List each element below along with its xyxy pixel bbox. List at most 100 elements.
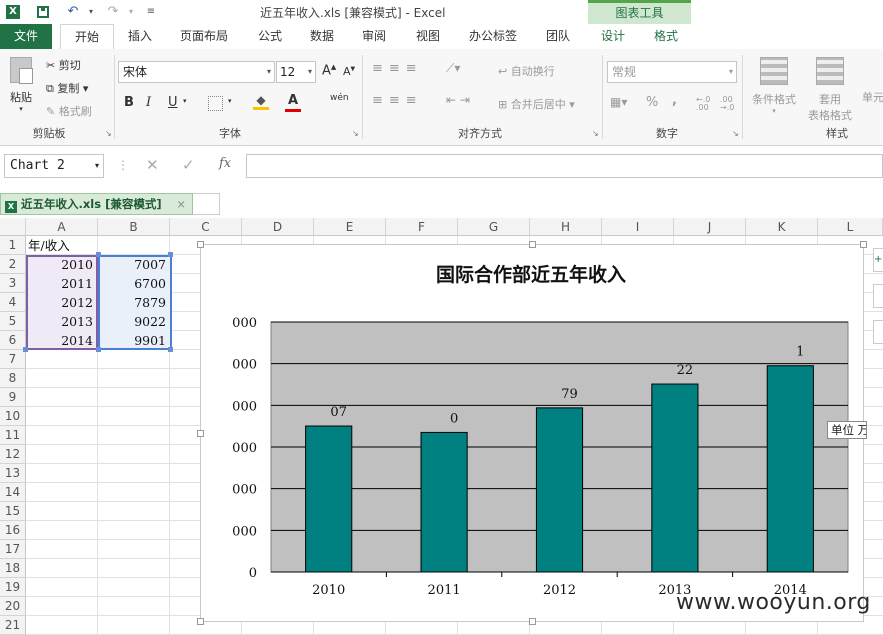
bar[interactable] bbox=[651, 383, 699, 573]
unit-label-box[interactable]: 单位 万 bbox=[827, 421, 867, 439]
accounting-format-icon[interactable]: ▦▾ bbox=[610, 95, 627, 109]
conditional-formatting-button[interactable]: 条件格式 ▾ bbox=[748, 57, 800, 115]
enter-icon[interactable]: ✓ bbox=[182, 156, 195, 174]
data-label[interactable]: 0 bbox=[450, 411, 458, 426]
new-tab-button[interactable] bbox=[193, 193, 220, 215]
number-launcher-icon[interactable]: ↘ bbox=[732, 129, 739, 138]
row-header[interactable]: 4 bbox=[0, 293, 26, 312]
undo-icon[interactable]: ↶ bbox=[64, 3, 82, 21]
cancel-icon[interactable]: ✕ bbox=[146, 156, 159, 174]
cell-income[interactable]: 7007 bbox=[98, 255, 170, 274]
range-handle[interactable] bbox=[168, 252, 173, 257]
chart-title[interactable]: 国际合作部近五年收入 bbox=[436, 263, 626, 286]
paste-button[interactable]: 粘贴 ▾ bbox=[6, 57, 36, 117]
name-box[interactable]: Chart 2 ▾ bbox=[4, 154, 104, 178]
close-tab-icon[interactable]: × bbox=[176, 194, 186, 214]
italic-button[interactable]: I bbox=[146, 95, 151, 110]
row-header[interactable]: 14 bbox=[0, 483, 26, 502]
horizontal-align-icons[interactable]: ≡≡≡ bbox=[372, 93, 423, 108]
chart-elements-button[interactable]: + bbox=[873, 248, 883, 272]
workbook-tab[interactable]: X 近五年收入.xls [兼容模式] × bbox=[0, 193, 193, 215]
font-size-select[interactable]: 12 ▾ bbox=[276, 61, 316, 83]
fill-color-button[interactable]: ◆ bbox=[253, 93, 269, 113]
resize-handle[interactable] bbox=[860, 241, 867, 248]
row-header[interactable]: 21 bbox=[0, 616, 26, 635]
range-handle[interactable] bbox=[23, 347, 28, 352]
column-header-a[interactable]: A bbox=[26, 218, 98, 236]
column-header-g[interactable]: G bbox=[458, 218, 530, 236]
column-header-k[interactable]: K bbox=[746, 218, 818, 236]
row-header[interactable]: 17 bbox=[0, 540, 26, 559]
row-header[interactable]: 13 bbox=[0, 464, 26, 483]
undo-dropdown-icon[interactable]: ▾ bbox=[82, 3, 100, 21]
tab-data[interactable]: 数据 bbox=[302, 24, 342, 49]
range-handle[interactable] bbox=[96, 347, 101, 352]
row-header[interactable]: 9 bbox=[0, 388, 26, 407]
range-handle[interactable] bbox=[96, 252, 101, 257]
resize-handle[interactable] bbox=[529, 241, 536, 248]
column-header-l[interactable]: L bbox=[818, 218, 883, 236]
cut-button[interactable]: ✂ 剪切 bbox=[46, 57, 81, 73]
font-color-button[interactable]: A bbox=[285, 93, 301, 113]
cell-income[interactable]: 9901 bbox=[98, 331, 170, 350]
tab-home[interactable]: 开始 bbox=[60, 24, 114, 50]
row-header[interactable]: 11 bbox=[0, 426, 26, 445]
merge-center-button[interactable]: ⊞ 合并后居中 ▾ bbox=[498, 96, 575, 112]
tab-file[interactable]: 文件 bbox=[0, 24, 52, 49]
cell-income[interactable]: 6700 bbox=[98, 274, 170, 293]
row-header[interactable]: 18 bbox=[0, 559, 26, 578]
row-header[interactable]: 19 bbox=[0, 578, 26, 597]
data-label[interactable]: 79 bbox=[561, 387, 578, 402]
chart-styles-button[interactable] bbox=[873, 284, 883, 308]
decrease-decimal-icon[interactable]: .00 →.0 bbox=[720, 96, 734, 112]
column-header-j[interactable]: J bbox=[674, 218, 746, 236]
data-label[interactable]: 1 bbox=[796, 345, 804, 360]
resize-handle[interactable] bbox=[529, 618, 536, 625]
bar[interactable] bbox=[766, 365, 814, 573]
chart-filters-button[interactable] bbox=[873, 320, 883, 344]
row-header[interactable]: 20 bbox=[0, 597, 26, 616]
column-header-b[interactable]: B bbox=[98, 218, 170, 236]
row-header[interactable]: 10 bbox=[0, 407, 26, 426]
column-header-d[interactable]: D bbox=[242, 218, 314, 236]
tab-office-tab[interactable]: 办公标签 bbox=[462, 24, 524, 49]
copy-button[interactable]: ⧉ 复制 ▾ bbox=[46, 80, 88, 96]
tab-format[interactable]: 格式 bbox=[646, 24, 686, 49]
row-header[interactable]: 7 bbox=[0, 350, 26, 369]
borders-dropdown-icon[interactable]: ▾ bbox=[228, 97, 232, 105]
row-header[interactable]: 1 bbox=[0, 236, 26, 255]
row-header[interactable]: 3 bbox=[0, 274, 26, 293]
tab-view[interactable]: 视图 bbox=[408, 24, 448, 49]
tab-review[interactable]: 审阅 bbox=[354, 24, 394, 49]
font-launcher-icon[interactable]: ↘ bbox=[352, 129, 359, 138]
cell-year[interactable]: 2010 bbox=[26, 255, 96, 274]
row-header[interactable]: 12 bbox=[0, 445, 26, 464]
indent-icons[interactable]: ⇤ ⇥ bbox=[446, 93, 470, 107]
save-icon[interactable] bbox=[34, 3, 52, 21]
shrink-font-button[interactable]: A▼ bbox=[343, 65, 355, 78]
cell-income[interactable]: 7879 bbox=[98, 293, 170, 312]
orientation-icon[interactable]: ⟋▾ bbox=[446, 61, 460, 76]
phonetic-button[interactable]: wén bbox=[330, 93, 349, 103]
row-header[interactable]: 8 bbox=[0, 369, 26, 388]
underline-button[interactable]: U bbox=[168, 95, 178, 110]
redo-dropdown-icon[interactable]: ▾ bbox=[122, 3, 140, 21]
format-as-table-button[interactable]: 套用 表格格式 bbox=[804, 57, 856, 123]
resize-handle[interactable] bbox=[197, 618, 204, 625]
resize-handle[interactable] bbox=[197, 430, 204, 437]
resize-handle[interactable] bbox=[197, 241, 204, 248]
select-all-corner[interactable] bbox=[0, 218, 26, 236]
vertical-align-icons[interactable]: ≡≡≡ bbox=[372, 61, 423, 76]
tab-page-layout[interactable]: 页面布局 bbox=[172, 24, 236, 49]
range-handle[interactable] bbox=[168, 347, 173, 352]
underline-dropdown-icon[interactable]: ▾ bbox=[183, 97, 187, 105]
row-header[interactable]: 2 bbox=[0, 255, 26, 274]
comma-button[interactable]: , bbox=[672, 93, 677, 108]
cell-styles-button[interactable]: 单元 bbox=[862, 89, 883, 105]
tab-team[interactable]: 团队 bbox=[538, 24, 578, 49]
tab-formulas[interactable]: 公式 bbox=[250, 24, 290, 49]
tab-insert[interactable]: 插入 bbox=[120, 24, 160, 49]
column-header-i[interactable]: I bbox=[602, 218, 674, 236]
column-header-e[interactable]: E bbox=[314, 218, 386, 236]
grow-font-button[interactable]: A▲ bbox=[322, 63, 336, 78]
